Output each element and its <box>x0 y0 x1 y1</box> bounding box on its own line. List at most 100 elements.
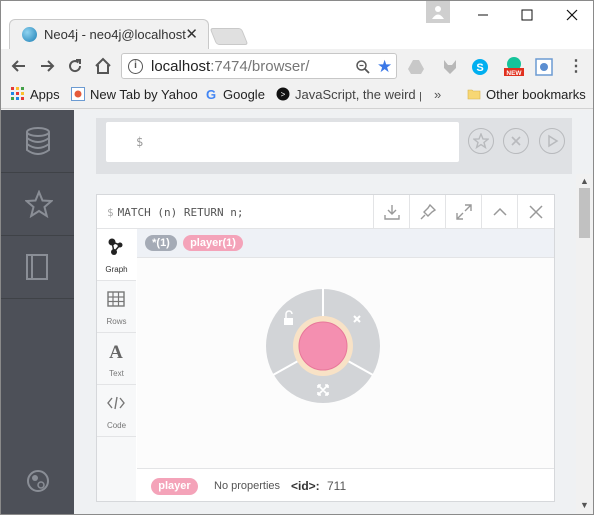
label-pill-player[interactable]: player(1) <box>183 235 243 251</box>
new-tab-button[interactable] <box>209 28 249 45</box>
svg-text:>: > <box>281 90 286 99</box>
clear-icon <box>511 136 521 146</box>
player-node[interactable] <box>298 321 348 371</box>
folder-icon <box>467 89 481 100</box>
reload-icon[interactable] <box>65 56 85 76</box>
close-icon <box>529 205 543 219</box>
play-icon <box>548 134 559 148</box>
pin-icon <box>420 203 437 220</box>
bookmark-apps[interactable]: Apps <box>11 87 60 102</box>
label-pill-all[interactable]: *(1) <box>145 235 177 251</box>
editor-prompt: $ <box>136 135 144 149</box>
result-frame: $ MATCH (n) RETURN n; Graph Rows A Text … <box>96 194 555 502</box>
info-icon[interactable]: i <box>128 59 143 74</box>
view-tab-code[interactable]: Code <box>97 385 136 437</box>
forward-arrow-icon[interactable] <box>37 56 57 76</box>
view-label: Code <box>106 421 127 430</box>
person-icon <box>432 6 444 19</box>
table-icon <box>107 291 125 307</box>
grammarly-extension-icon[interactable]: NEW <box>503 55 525 77</box>
download-icon <box>384 205 400 220</box>
bookmark-label: New Tab by Yahoo <box>90 87 198 102</box>
star-outline-icon <box>473 133 489 149</box>
page-scrollbar[interactable]: ▲ ▼ <box>576 174 593 514</box>
view-tab-rows[interactable]: Rows <box>97 281 136 333</box>
bookmark-new-tab-by-yahoo[interactable]: New Tab by Yahoo <box>71 87 198 102</box>
more-bookmarks-icon[interactable]: » <box>434 87 441 102</box>
bookmark-label: Other bookmarks <box>486 87 586 102</box>
collapse-button[interactable] <box>481 195 517 229</box>
pin-button[interactable] <box>409 195 445 229</box>
drive-extension-icon[interactable] <box>407 58 425 76</box>
view-label: Rows <box>106 317 127 326</box>
minimize-icon[interactable] <box>473 5 493 25</box>
footer-id-key: <id>: <box>291 479 320 493</box>
neo4j-favicon-icon <box>22 27 37 42</box>
editor-input[interactable]: $ <box>106 122 459 162</box>
sidebar-item-documents[interactable] <box>1 236 74 299</box>
bookmark-label: Google <box>223 87 265 102</box>
zoom-out-icon[interactable] <box>355 59 371 75</box>
maximize-icon[interactable] <box>517 5 537 25</box>
run-query-button[interactable] <box>539 128 565 154</box>
database-icon <box>26 127 50 155</box>
scroll-down-icon[interactable]: ▼ <box>580 500 589 510</box>
graph-icon <box>108 238 123 255</box>
svg-text:G: G <box>206 87 216 101</box>
query-editor: $ <box>96 118 572 174</box>
view-switcher-spacer <box>97 437 136 501</box>
browser-tab[interactable]: Neo4j - neo4j@localhost ✕ <box>9 19 209 49</box>
menu-icon[interactable]: ⋮ <box>568 58 584 76</box>
js-icon: > <box>276 87 290 101</box>
frame-footer: player No properties <id>: 711 <box>137 468 554 501</box>
address-bar[interactable]: i localhost:7474/browser/ ★ <box>121 53 397 79</box>
svg-text:A: A <box>109 342 123 361</box>
title-bar: Neo4j - neo4j@localhost ✕ <box>1 1 593 49</box>
window-close-icon[interactable] <box>562 5 582 25</box>
labels-bar: *(1) player(1) <box>137 229 554 258</box>
browser-window: Neo4j - neo4j@localhost ✕ i localhost:74… <box>0 0 594 515</box>
frame-query[interactable]: $ MATCH (n) RETURN n; <box>107 206 243 219</box>
view-label: Text <box>109 369 124 378</box>
neo4j-app: $ $ MATCH (n) RETURN n; Graph Rows A Tex… <box>1 110 593 514</box>
browser-toolbar: i localhost:7474/browser/ ★ S NEW ⋮ <box>1 49 593 83</box>
new-badge: NEW <box>506 70 522 77</box>
tab-close-icon[interactable]: ✕ <box>185 25 198 43</box>
star-icon <box>25 190 53 218</box>
view-switcher: Graph Rows A Text Code <box>97 229 136 501</box>
fox-extension-icon[interactable] <box>441 58 459 76</box>
home-icon[interactable] <box>93 56 113 76</box>
node-context-ring <box>266 288 380 403</box>
download-button[interactable] <box>373 195 409 229</box>
fullscreen-button[interactable] <box>445 195 481 229</box>
scroll-up-icon[interactable]: ▲ <box>580 176 589 186</box>
bookmark-label: Apps <box>30 87 60 102</box>
sidebar-item-favorites[interactable] <box>1 173 74 236</box>
graph-canvas[interactable] <box>137 258 554 468</box>
close-frame-button[interactable] <box>517 195 553 229</box>
profile-button[interactable] <box>426 1 450 23</box>
apps-grid-icon <box>11 87 24 100</box>
bookmark-star-icon[interactable]: ★ <box>377 57 392 77</box>
bookmark-google[interactable]: G Google <box>204 87 265 102</box>
footer-label-pill[interactable]: player <box>151 478 198 495</box>
yahoo-extension-icon[interactable] <box>535 58 553 76</box>
back-arrow-icon[interactable] <box>9 56 29 76</box>
skype-extension-icon[interactable]: S <box>471 58 489 76</box>
favorite-query-button[interactable] <box>468 128 494 154</box>
scroll-thumb[interactable] <box>579 188 590 238</box>
text-icon: A <box>109 342 123 361</box>
view-tab-graph[interactable]: Graph <box>97 229 136 281</box>
neo4j-sync-icon[interactable] <box>25 467 51 495</box>
view-tab-text[interactable]: A Text <box>97 333 136 385</box>
url-text[interactable]: localhost:7474/browser/ <box>151 58 309 75</box>
tab-title: Neo4j - neo4j@localhost <box>44 27 186 42</box>
clear-query-button[interactable] <box>503 128 529 154</box>
other-bookmarks[interactable]: Other bookmarks <box>467 87 586 102</box>
footer-properties: No properties <box>214 480 281 492</box>
svg-text:S: S <box>476 62 483 74</box>
bookmark-javascript[interactable]: > JavaScript, the weird p <box>276 87 421 102</box>
book-icon <box>26 254 48 280</box>
sidebar <box>1 110 74 514</box>
sidebar-item-database[interactable] <box>1 110 74 173</box>
